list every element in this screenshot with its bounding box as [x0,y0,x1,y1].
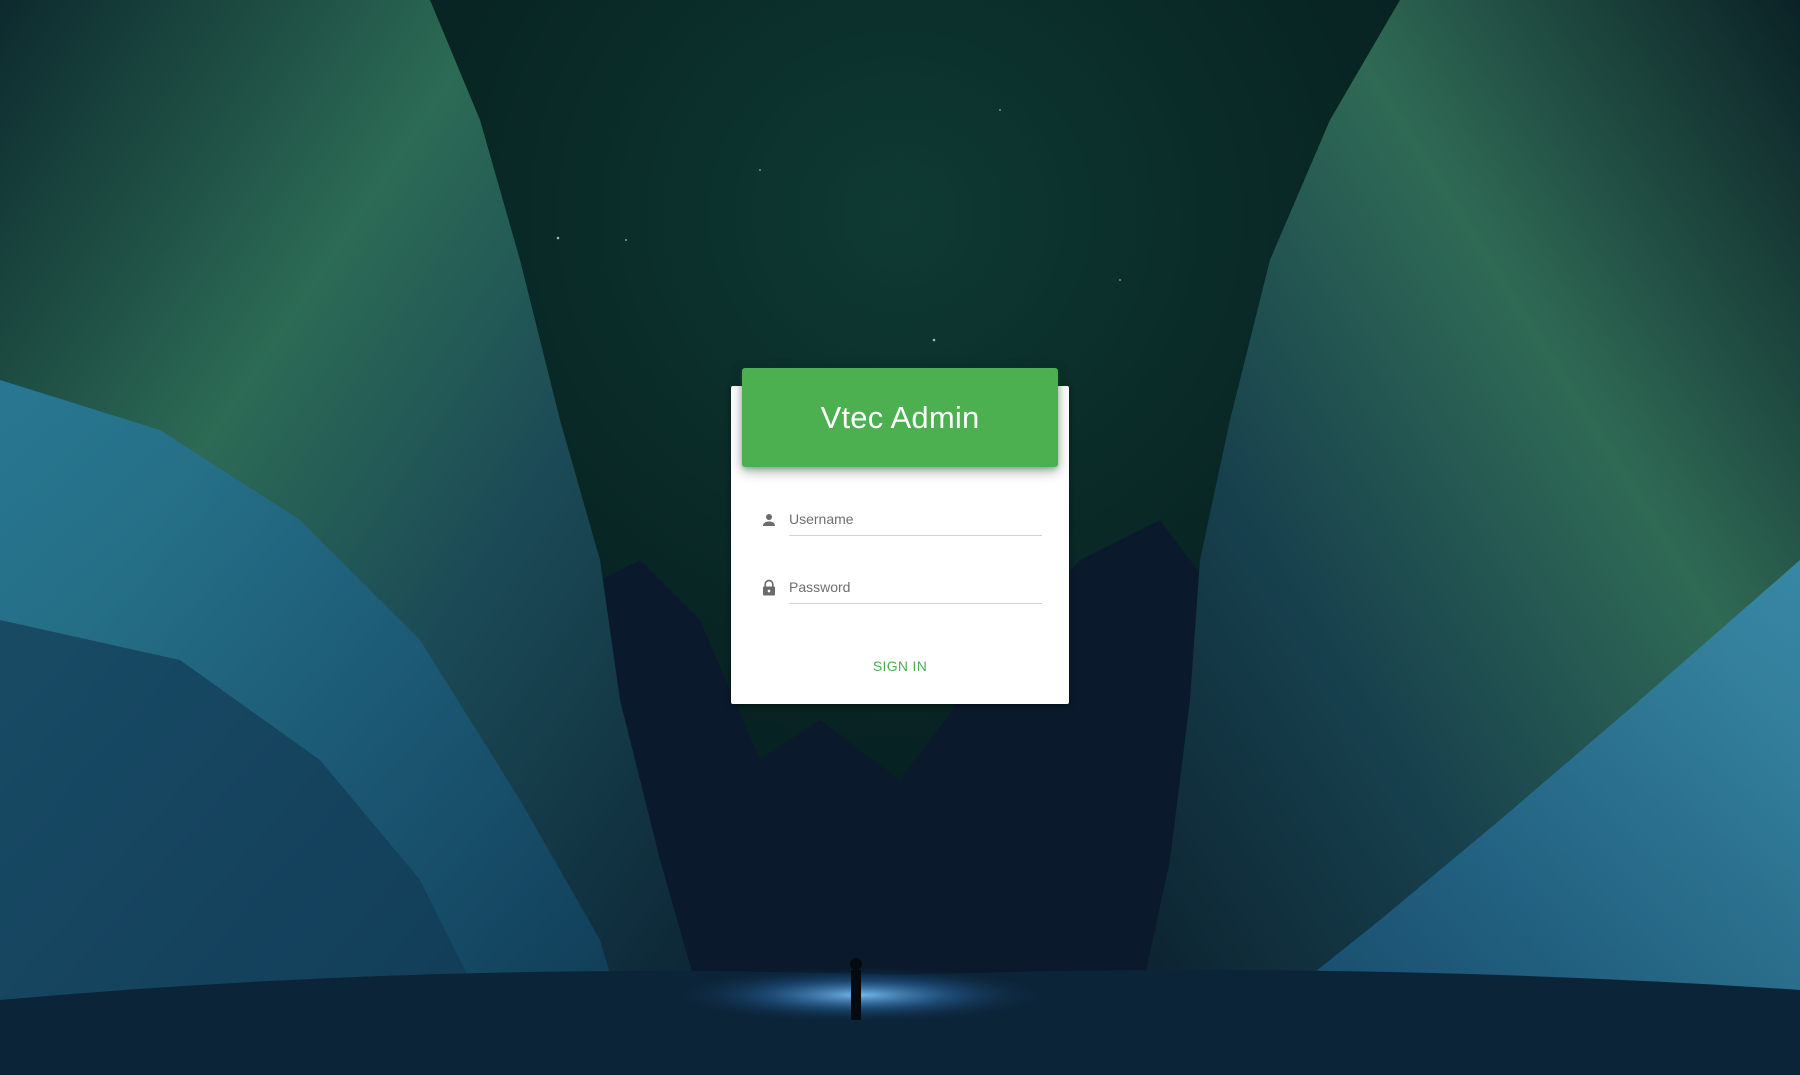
username-field [760,503,1042,537]
login-card-header: Vtec Admin [742,368,1058,467]
password-input[interactable] [789,571,1042,604]
person-icon [760,511,778,529]
sign-in-button[interactable]: SIGN IN [850,648,950,684]
password-field [760,571,1042,605]
username-input[interactable] [789,503,1042,536]
login-title: Vtec Admin [820,399,980,435]
lock-icon [760,579,778,597]
